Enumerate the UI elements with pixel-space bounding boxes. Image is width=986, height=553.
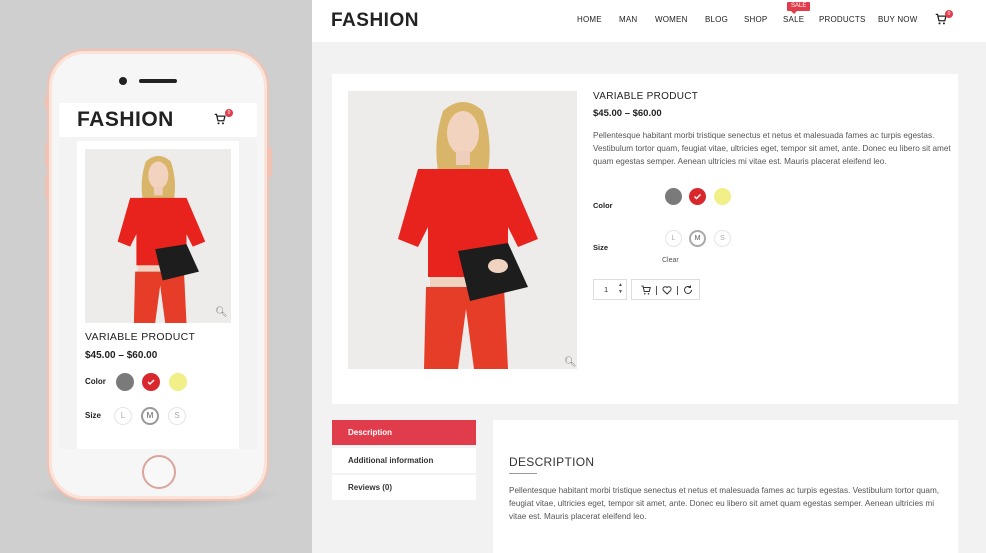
add-to-cart-icon[interactable]: [640, 284, 652, 296]
color-swatch-yellow[interactable]: [714, 188, 731, 205]
product-price: $45.00 – $60.00: [593, 108, 662, 119]
mobile-preview-panel: FASHION 0 🔍︎ VARIABLE PRODUCT $45.00 – $…: [0, 0, 312, 553]
product-title: VARIABLE PRODUCT: [593, 91, 699, 102]
cart-count-badge: 0: [945, 10, 953, 18]
product-short-description: Pellentesque habitant morbi tristique se…: [593, 131, 951, 166]
action-divider: [677, 286, 678, 295]
nav-home[interactable]: HOME: [577, 15, 602, 24]
size-option-s[interactable]: S: [714, 230, 731, 247]
nav-buy-now[interactable]: BUY NOW: [878, 15, 917, 24]
nav-blog[interactable]: BLOG: [705, 15, 728, 24]
action-divider: [656, 286, 657, 295]
sale-badge: SALE: [787, 2, 811, 14]
color-swatch-red[interactable]: [689, 188, 706, 205]
mobile-header: FASHION 0: [59, 103, 257, 137]
tab-reviews[interactable]: Reviews (0): [332, 475, 476, 500]
check-icon: [694, 194, 701, 200]
desktop-site: FASHION HOME MAN WOMEN BLOG SHOP SALE SA…: [312, 0, 986, 553]
mobile-color-swatch-yellow[interactable]: [169, 373, 187, 391]
tab-description[interactable]: Description: [332, 420, 476, 445]
mobile-color-swatch-gray[interactable]: [116, 373, 134, 391]
nav-women[interactable]: WOMEN: [655, 15, 688, 24]
phone-mockup: FASHION 0 🔍︎ VARIABLE PRODUCT $45.00 – $…: [45, 49, 272, 501]
quantity-stepper[interactable]: 1 ▲ ▼: [593, 279, 627, 300]
clear-selection-link[interactable]: Clear: [662, 257, 679, 264]
zoom-icon[interactable]: 🔍︎: [564, 357, 577, 368]
mobile-product-price: $45.00 – $60.00: [85, 350, 158, 361]
nav-man[interactable]: MAN: [619, 15, 637, 24]
phone-volume-down-button: [45, 175, 48, 199]
mobile-size-l[interactable]: L: [114, 407, 132, 425]
size-label: Size: [593, 243, 609, 252]
mobile-size-s[interactable]: S: [168, 407, 186, 425]
tab-additional-information[interactable]: Additional information: [332, 448, 476, 473]
mobile-color-label: Color: [85, 377, 106, 386]
check-icon: [147, 379, 155, 385]
phone-camera: [119, 77, 127, 85]
mobile-zoom-icon[interactable]: 🔍︎: [215, 307, 228, 318]
quantity-value[interactable]: 1: [604, 285, 608, 294]
mobile-product-card: 🔍︎ VARIABLE PRODUCT $45.00 – $60.00 Colo…: [77, 141, 239, 449]
mobile-size-m[interactable]: M: [141, 407, 159, 425]
quantity-arrows-icon[interactable]: ▲ ▼: [618, 282, 623, 296]
phone-volume-up-button: [45, 143, 48, 167]
mobile-product-image[interactable]: 🔍︎: [85, 149, 231, 323]
color-swatch-gray[interactable]: [665, 188, 682, 205]
product-image[interactable]: 🔍︎: [348, 91, 577, 369]
nav-shop[interactable]: SHOP: [744, 15, 767, 24]
mobile-size-label: Size: [85, 411, 102, 420]
color-label: Color: [593, 201, 613, 210]
phone-screen: FASHION 0 🔍︎ VARIABLE PRODUCT $45.00 – $…: [59, 103, 257, 449]
product-panel: 🔍︎ VARIABLE PRODUCT $45.00 – $60.00 Pell…: [332, 74, 958, 404]
nav-sale[interactable]: SALE: [783, 15, 804, 24]
site-header: FASHION HOME MAN WOMEN BLOG SHOP SALE SA…: [312, 0, 986, 42]
description-panel: DESCRIPTION Pellentesque habitant morbi …: [493, 420, 958, 553]
compare-refresh-icon[interactable]: [682, 284, 694, 296]
mobile-product-title: VARIABLE PRODUCT: [85, 331, 196, 343]
mobile-logo[interactable]: FASHION: [77, 108, 174, 132]
phone-home-button: [142, 455, 176, 489]
size-option-l[interactable]: L: [665, 230, 682, 247]
phone-side-button: [45, 95, 48, 109]
product-actions: [631, 279, 700, 300]
description-heading: DESCRIPTION: [509, 455, 595, 469]
site-logo[interactable]: FASHION: [331, 10, 419, 32]
mobile-color-swatch-red[interactable]: [142, 373, 160, 391]
size-option-m[interactable]: M: [689, 230, 706, 247]
wishlist-heart-icon[interactable]: [661, 284, 673, 296]
mobile-cart-badge: 0: [225, 109, 233, 117]
phone-speaker: [139, 79, 177, 83]
nav-products[interactable]: PRODUCTS: [819, 15, 866, 24]
phone-power-button: [269, 147, 272, 177]
description-text: Pellentesque habitant morbi tristique se…: [509, 486, 940, 521]
heading-underline: [509, 473, 537, 474]
